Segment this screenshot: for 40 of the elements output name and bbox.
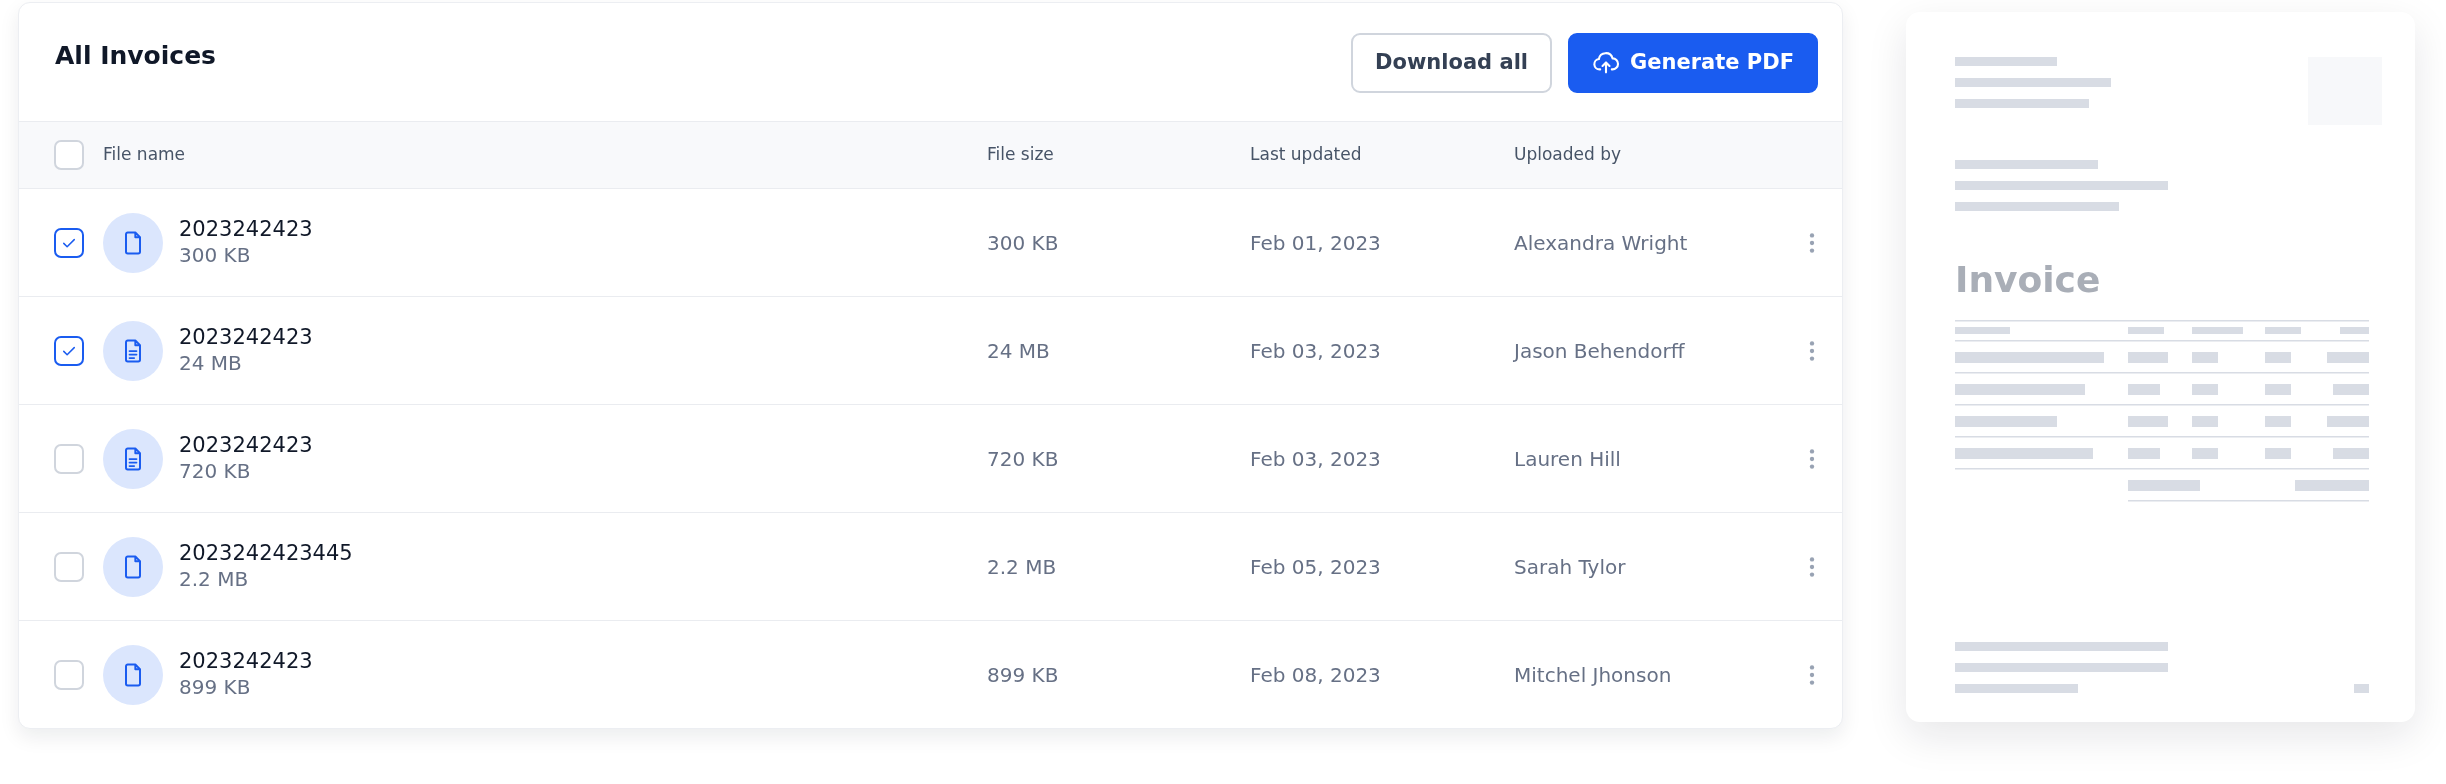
table-row[interactable]: 2023242423 899 KB 899 KB Feb 08, 2023 Mitchel Jhonson <box>19 620 1842 728</box>
table-cell: Alexandra Wright <box>1514 230 1688 255</box>
table-row[interactable]: 2023242423445 2.2 MB 2.2 MB Feb 05, 2023 Sarah Tylor <box>19 512 1842 620</box>
file-name: 2023242423 <box>179 648 313 675</box>
table-row[interactable]: 2023242423 300 KB 300 KB Feb 01, 2023 Alexandra Wright <box>19 188 1842 296</box>
file-subtitle: 300 KB <box>179 242 252 269</box>
table-cell: 720 KB <box>987 446 1059 471</box>
table-cell: Sarah Tylor <box>1514 554 1626 579</box>
file-subtitle: 2.2 MB <box>179 566 250 593</box>
file-subtitle: 899 KB <box>179 674 252 701</box>
table-cell: 24 MB <box>987 338 1050 363</box>
table-cell: 300 KB <box>987 230 1059 255</box>
checkbox[interactable] <box>54 335 84 366</box>
table-row[interactable]: 2023242423 24 MB 24 MB Feb 03, 2023 Jason Behendorff <box>19 296 1842 404</box>
table-cell: Feb 05, 2023 <box>1250 554 1381 579</box>
table-cell: Feb 08, 2023 <box>1250 662 1381 687</box>
card-title: All Invoices <box>55 40 216 72</box>
download-all-button[interactable]: Download all <box>1351 33 1553 93</box>
invoice-title: Invoice <box>1955 262 2102 298</box>
table-cell: Mitchel Jhonson <box>1514 662 1672 687</box>
generate-pdf-button[interactable]: Generate PDF <box>1568 33 1818 93</box>
table-row[interactable]: 2023242423 720 KB 720 KB Feb 03, 2023 Lauren Hill <box>19 404 1842 512</box>
column-header: File name <box>103 144 186 165</box>
file-name: 2023242423 <box>179 216 313 243</box>
file-subtitle: 24 MB <box>179 350 243 377</box>
checkbox[interactable] <box>54 227 84 258</box>
table-cell: Feb 03, 2023 <box>1250 338 1381 363</box>
table-cell: 2.2 MB <box>987 554 1057 579</box>
table-cell: Lauren Hill <box>1514 446 1621 471</box>
table-cell: 899 KB <box>987 662 1059 687</box>
file-name: 2023242423 <box>179 432 313 459</box>
file-subtitle: 720 KB <box>179 458 252 485</box>
table-cell: Feb 03, 2023 <box>1250 446 1381 471</box>
column-header: Uploaded by <box>1514 144 1622 165</box>
file-name: 2023242423 <box>179 324 313 351</box>
column-header: File size <box>987 144 1054 165</box>
file-name: 2023242423445 <box>179 540 353 567</box>
table-cell: Jason Behendorff <box>1514 338 1685 363</box>
table-cell: Feb 01, 2023 <box>1250 230 1381 255</box>
column-header: Last updated <box>1250 144 1362 165</box>
